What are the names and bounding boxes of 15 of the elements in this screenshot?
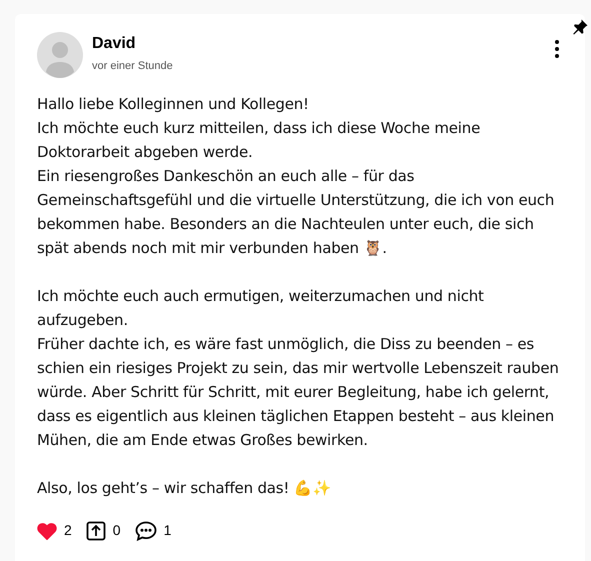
share-button[interactable]: 0 [86, 520, 121, 541]
speech-bubble-icon [134, 520, 157, 540]
post-text: Früher dachte ich, es wäre fast unmöglich, die Diss zu beenden – es schien ein riesiges Projekt zu sein, das mir wertvolle Lebenszeit rauben würde. Aber Schritt für Schritt, mit eurer Begleitung, habe ich gelernt, dass es eigentlich aus kleinen täglichen Etappen besteht – aus kleinen Mühen, die am Ende etwas Großes bewirken. [37, 334, 560, 451]
post-time: vor einer Stunde [92, 59, 173, 74]
more-options-button[interactable] [553, 40, 561, 58]
author-name: David [92, 34, 137, 54]
post-text: Ein riesengroßes Dankeschön an euch alle – für das Gemeinschaftsgefühl und die virtuelle Unterstützung, die ich von euch bekommen habe. Besonders an die Nachteulen unter euch, die sich spät abends noch mit mir verbunden haben 🦉. [37, 166, 556, 259]
post-text: Ich möchte euch auch ermutigen, weiterzumachen und nicht aufzugeben. [37, 286, 485, 331]
post-text: Hallo liebe Kolleginnen und Kollegen! [37, 94, 310, 115]
comment-button[interactable]: 1 [134, 520, 172, 541]
post-text: Also, los geht’s – wir schaffen das! 💪✨ [37, 478, 332, 499]
upload-icon [86, 520, 106, 540]
avatar [37, 32, 83, 78]
post-text: Ich möchte euch kurz mitteilen, dass ich diese Woche meine Doktorarbeit abgeben werde. [37, 118, 482, 163]
like-button[interactable]: 2 [37, 520, 72, 541]
